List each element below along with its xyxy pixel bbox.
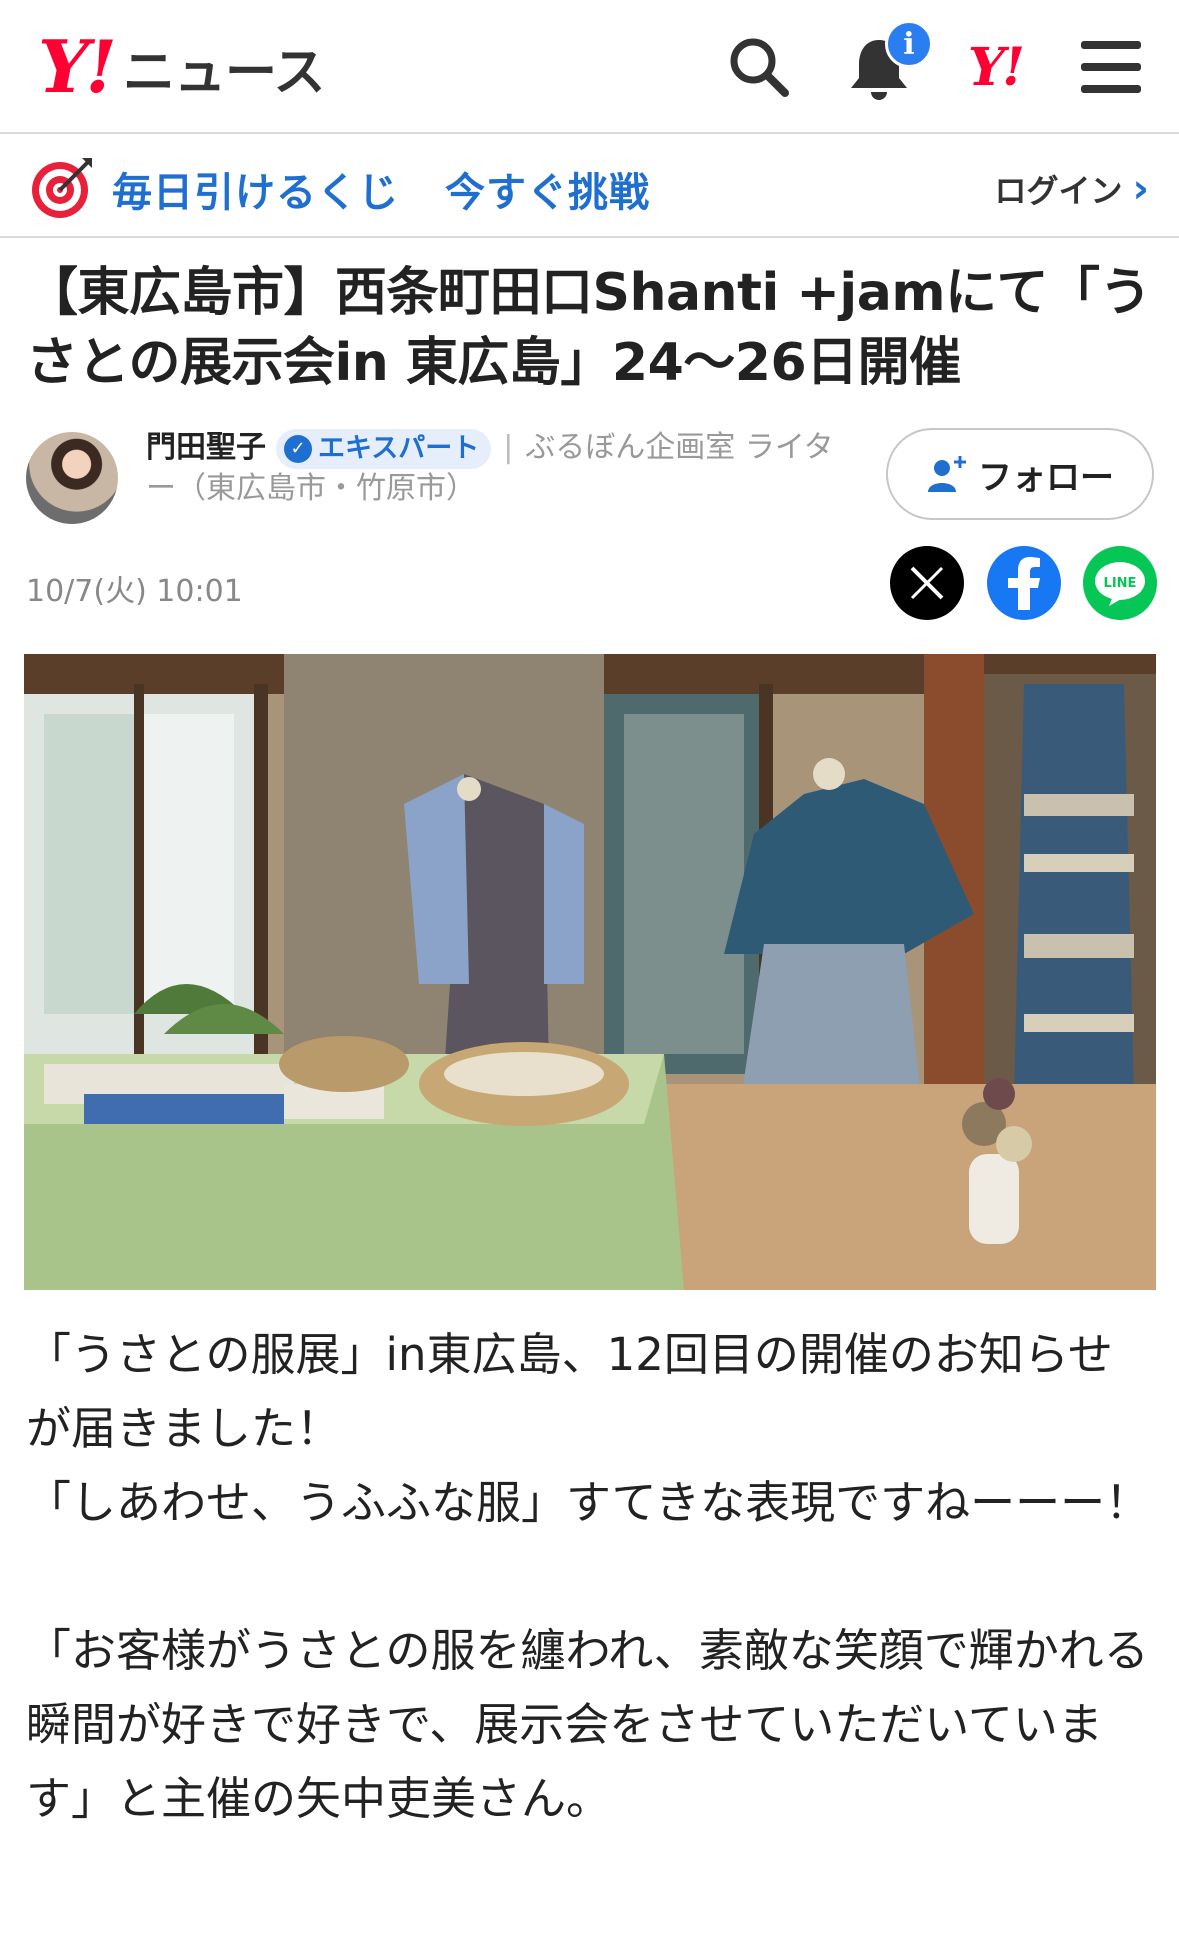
divider: | [503,430,514,465]
verified-check-icon: ✓ [284,434,312,463]
share-line-icon[interactable]: LINE [1083,546,1157,620]
article-title: 【東広島市】西条町田口Shanti +jamにて「うさとの展示会in 東広島」2… [26,263,1152,393]
logo-mark: Y! [38,24,117,109]
article-photo[interactable] [24,654,1156,1290]
login-link[interactable]: ログイン › [995,166,1150,212]
follow-label: フォロー [978,457,1114,498]
expert-badge: ✓ エキスパート [276,428,492,469]
add-person-icon [928,456,966,492]
author-info[interactable]: 門田聖子 ✓ エキスパート | ぶるぼん企画室 ライター（東広島市・竹原市） [146,428,856,509]
chevron-right-icon: › [1132,166,1149,212]
article-paragraph: 「うさとの服展」in東広島、12回目の開催のお知らせが届きました！ 「しあわせ、… [26,1328,1151,1529]
search-icon[interactable] [722,30,796,104]
promo-bar: 毎日引けるくじ 今すぐ挑戦 ログイン › [0,136,1179,238]
author-avatar[interactable] [26,432,118,524]
publish-date: 10/7(火) 10:01 [26,574,243,609]
notification-badge: i [885,20,933,68]
lottery-cta: 今すぐ挑戦 [445,170,650,216]
app-header: Y! ニュース i Y! [0,0,1179,134]
follow-button[interactable]: フォロー [886,428,1154,520]
login-label: ログイン [994,172,1123,210]
target-icon [30,156,94,220]
yahoo-news-logo[interactable]: Y! ニュース [38,24,325,109]
hamburger-menu-icon[interactable] [1074,30,1148,104]
expert-badge-label: エキスパート [318,432,480,464]
article-body: 「うさとの服展」in東広島、12回目の開催のお知らせが届きました！ 「しあわせ、… [26,1318,1156,1910]
share-x-icon[interactable] [890,546,964,620]
logo-text: ニュース [123,42,325,103]
svg-text:LINE: LINE [1104,576,1137,591]
yahoo-japan-icon[interactable]: Y! [958,30,1032,104]
lottery-link[interactable]: 毎日引けるくじ 今すぐ挑戦 [112,160,650,218]
article-paragraph: 「お客様がうさとの服を纏われ、素敵な笑顔で輝かれる瞬間が好きで好きで、展示会をさ… [26,1624,1149,1825]
lottery-label: 毎日引けるくじ [112,170,399,216]
share-facebook-icon[interactable] [987,546,1061,620]
author-name: 門田聖子 [146,430,266,465]
